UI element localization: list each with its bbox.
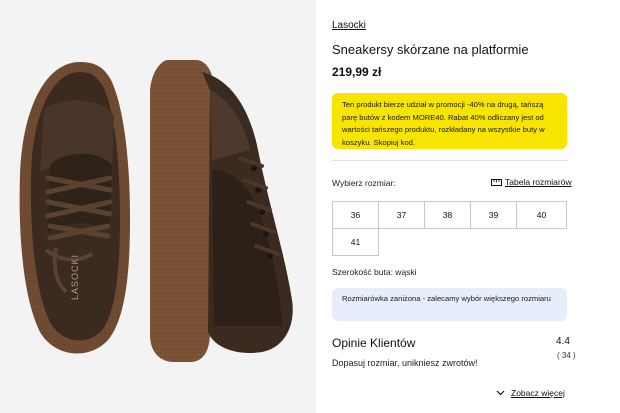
- size-option-39[interactable]: 39: [470, 201, 517, 229]
- size-option-41[interactable]: 41: [332, 228, 379, 256]
- size-option-37[interactable]: 37: [378, 201, 425, 229]
- size-notice-text: Rozmiarówka zaniżona - zalecamy wybór wi…: [342, 294, 551, 303]
- shoe-side-view: [150, 60, 293, 362]
- promo-text: Ten produkt bierze udział w promocji -40…: [342, 100, 545, 147]
- shoe-illustration: LASOCKI: [19, 60, 293, 362]
- reviews-subtitle: Dopasuj rozmiar, unikniesz zwrotów!: [332, 358, 478, 368]
- size-notice: Rozmiarówka zaniżona - zalecamy wybór wi…: [332, 288, 567, 321]
- shoe-width-label: Szerokość buta: wąski: [332, 267, 417, 277]
- divider: [332, 160, 568, 161]
- size-option-36[interactable]: 36: [332, 201, 379, 229]
- size-option-38[interactable]: 38: [424, 201, 471, 229]
- ruler-icon: [491, 178, 502, 186]
- rating-count: ( 34 ): [557, 351, 576, 360]
- reviews-title: Opinie Klientów: [332, 336, 416, 350]
- see-more-label: Zobacz więcej: [511, 388, 565, 398]
- size-chart-link[interactable]: Tabela rozmiarów: [491, 177, 572, 187]
- shoe-logo-text: LASOCKI: [70, 254, 80, 300]
- promo-banner[interactable]: Ten produkt bierze udział w promocji -40…: [332, 93, 567, 149]
- size-label: Wybierz rozmiar:: [332, 178, 396, 188]
- size-option-40[interactable]: 40: [516, 201, 567, 229]
- brand-link[interactable]: Lasocki: [332, 20, 366, 31]
- product-title: Sneakersy skórzane na platformie: [332, 42, 529, 57]
- product-price: 219,99 zł: [332, 65, 382, 79]
- chevron-down-icon: [496, 390, 505, 396]
- see-more-button[interactable]: Zobacz więcej: [496, 388, 565, 398]
- shoe-top-view: LASOCKI: [19, 62, 131, 354]
- rating-value: 4.4: [556, 336, 570, 347]
- product-image[interactable]: LASOCKI: [0, 0, 316, 413]
- size-chart-label: Tabela rozmiarów: [505, 177, 572, 187]
